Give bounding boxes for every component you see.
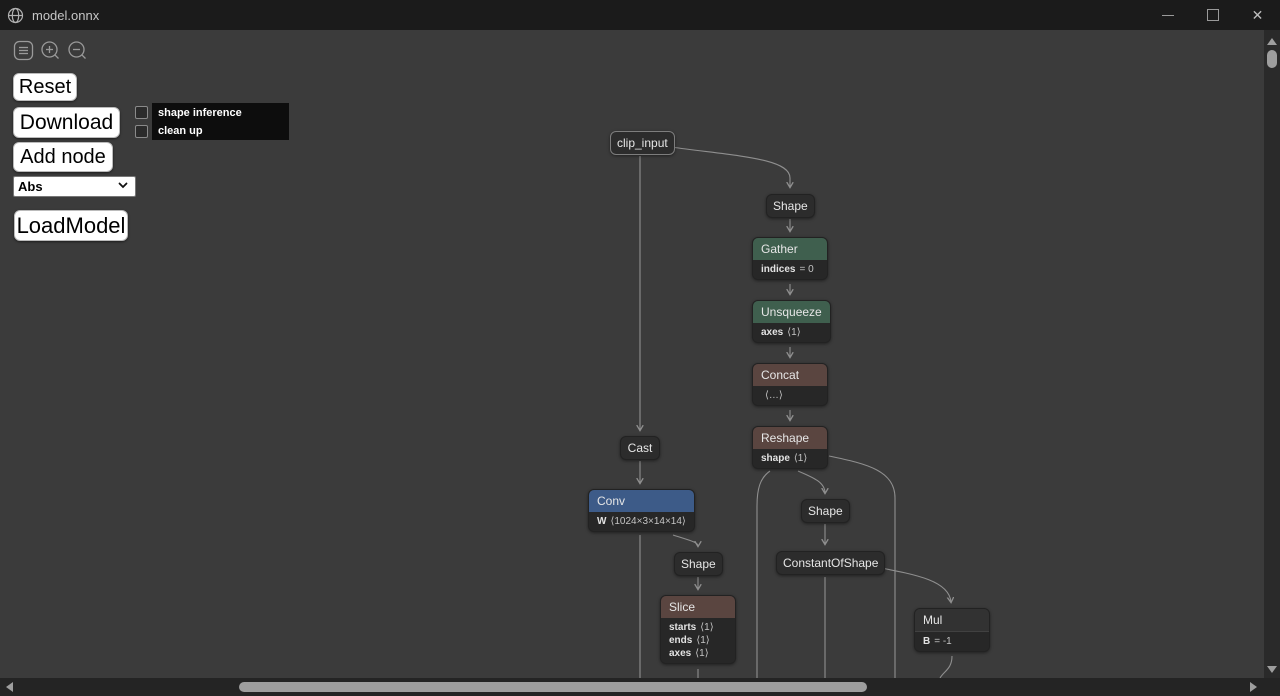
attribute-value: ⟨1024×3×14×14⟩ — [610, 516, 686, 527]
attribute-value: ⟨…⟩ — [765, 390, 783, 401]
graph-node-unsqueeze[interactable]: Unsqueeze axes ⟨1⟩ — [752, 300, 831, 343]
graph-node-constantofshape[interactable]: ConstantOfShape — [776, 551, 886, 575]
graph-node-concat[interactable]: Concat ⟨…⟩ — [752, 363, 828, 406]
graph-node-clip_input[interactable]: clip_input — [610, 131, 675, 155]
node-title: ConstantOfShape — [783, 556, 879, 570]
graph-node-gather[interactable]: Gather indices = 0 — [752, 237, 828, 280]
node-title: clip_input — [617, 136, 668, 150]
node-attributes: shape ⟨1⟩ — [753, 449, 827, 468]
attribute-name: shape — [761, 453, 790, 464]
maximize-button[interactable] — [1190, 0, 1235, 30]
graph-node-conv[interactable]: Conv W ⟨1024×3×14×14⟩ — [588, 489, 695, 532]
node-attributes: indices = 0 — [753, 260, 827, 279]
node-title: Shape — [808, 504, 843, 518]
node-attributes: starts ⟨1⟩ ends ⟨1⟩ axes ⟨1⟩ — [661, 618, 735, 663]
close-button[interactable]: ✕ — [1235, 0, 1280, 30]
node-title: Concat — [753, 364, 827, 386]
horizontal-scroll-thumb[interactable] — [239, 682, 867, 692]
node-title: Slice — [661, 596, 735, 618]
graph-node-shape_2[interactable]: Shape — [674, 552, 723, 576]
zoom-out-button[interactable] — [67, 40, 88, 66]
zoom-in-icon — [40, 40, 61, 66]
node-attributes: ⟨…⟩ — [753, 386, 827, 405]
attribute-name: starts — [669, 622, 697, 633]
minimize-button[interactable] — [1145, 0, 1190, 30]
node-attribute: B = -1 — [915, 635, 989, 648]
attribute-value: ⟨1⟩ — [700, 622, 714, 633]
scroll-left-icon[interactable] — [6, 682, 13, 692]
op-select[interactable]: Abs — [13, 176, 136, 197]
titlebar: model.onnx ✕ — [0, 0, 1280, 30]
clean-up-checkbox[interactable] — [135, 125, 148, 138]
graph-node-cast[interactable]: Cast — [620, 436, 660, 460]
node-attribute: shape ⟨1⟩ — [753, 452, 827, 465]
graph-canvas[interactable]: clip_input Shape Gather indices = 0 Unsqueeze… — [0, 30, 1264, 678]
node-title: Gather — [753, 238, 827, 260]
reset-button[interactable]: Reset — [13, 73, 77, 101]
attribute-value: ⟨1⟩ — [793, 453, 808, 464]
attribute-value: ⟨1⟩ — [696, 635, 710, 646]
attribute-name: indices — [761, 264, 796, 275]
load-model-button[interactable]: LoadModel — [14, 210, 128, 241]
node-attribute: axes ⟨1⟩ — [753, 326, 830, 339]
shape-inference-label: shape inference — [152, 103, 289, 122]
graph-node-mul[interactable]: Mul B = -1 — [914, 608, 990, 652]
node-attribute: starts ⟨1⟩ — [661, 621, 735, 634]
node-title: Conv — [589, 490, 694, 512]
attribute-name: ends — [669, 635, 693, 646]
maximize-icon — [1206, 9, 1219, 21]
node-attribute: axes ⟨1⟩ — [661, 647, 735, 660]
window-title: model.onnx — [32, 7, 100, 23]
node-attribute: indices = 0 — [753, 263, 827, 276]
attribute-value: ⟨1⟩ — [695, 648, 709, 659]
attribute-name: axes — [761, 327, 784, 338]
attribute-name: W — [597, 516, 607, 527]
graph-node-shape_1[interactable]: Shape — [766, 194, 815, 218]
graph-node-reshape[interactable]: Reshape shape ⟨1⟩ — [752, 426, 828, 469]
close-icon: ✕ — [1251, 7, 1264, 23]
view-toolbar — [13, 40, 88, 66]
node-title: Shape — [773, 199, 808, 213]
node-title: Reshape — [753, 427, 827, 449]
hamburger-icon — [13, 40, 34, 66]
graph-node-shape_3[interactable]: Shape — [801, 499, 850, 523]
zoom-out-icon — [67, 40, 88, 66]
scroll-up-icon[interactable] — [1267, 38, 1277, 45]
menu-button[interactable] — [13, 40, 34, 66]
node-attribute: W ⟨1024×3×14×14⟩ — [589, 515, 694, 528]
graph-node-slice[interactable]: Slice starts ⟨1⟩ ends ⟨1⟩ axes ⟨1⟩ — [660, 595, 736, 664]
attribute-name: axes — [669, 648, 692, 659]
attribute-value: = -1 — [934, 636, 952, 647]
node-title: Shape — [681, 557, 716, 571]
node-attribute: ends ⟨1⟩ — [661, 634, 735, 647]
attribute-name: B — [923, 636, 931, 647]
node-title: Mul — [915, 609, 989, 631]
download-button[interactable]: Download — [13, 107, 120, 138]
node-title: Unsqueeze — [753, 301, 830, 323]
zoom-in-button[interactable] — [40, 40, 61, 66]
node-attributes: axes ⟨1⟩ — [753, 323, 830, 342]
scroll-right-icon[interactable] — [1250, 682, 1257, 692]
clean-up-label: clean up — [152, 122, 289, 140]
node-title: Cast — [627, 441, 653, 455]
node-attribute: ⟨…⟩ — [753, 389, 827, 402]
attribute-value: ⟨1⟩ — [787, 327, 801, 338]
attribute-value: = 0 — [799, 264, 814, 275]
globe-icon — [7, 7, 24, 24]
add-node-button[interactable]: Add node — [13, 142, 113, 172]
node-attributes: B = -1 — [915, 631, 989, 651]
vertical-scrollbar[interactable] — [1264, 30, 1280, 678]
vertical-scroll-thumb[interactable] — [1267, 50, 1277, 68]
node-attributes: W ⟨1024×3×14×14⟩ — [589, 512, 694, 531]
minimize-icon — [1161, 14, 1174, 16]
scroll-down-icon[interactable] — [1267, 666, 1277, 673]
shape-inference-checkbox[interactable] — [135, 106, 148, 119]
horizontal-scrollbar[interactable] — [0, 678, 1280, 696]
